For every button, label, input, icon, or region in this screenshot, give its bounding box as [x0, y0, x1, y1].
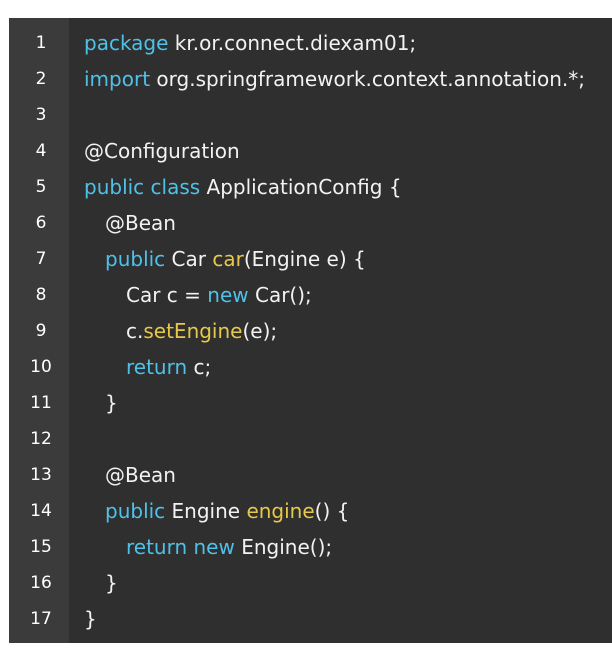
- code-text: kr.or.connect.diexam01;: [168, 31, 417, 55]
- code-line-4: @Configuration: [84, 133, 612, 169]
- code-line-1: package kr.or.connect.diexam01;: [84, 25, 612, 61]
- line-number: 3: [35, 105, 47, 125]
- keyword-token: public class: [84, 175, 201, 199]
- code-text: (e);: [242, 319, 278, 343]
- code-line-5: public class ApplicationConfig {: [84, 169, 612, 205]
- line-number: 6: [35, 213, 47, 233]
- method-name-token: setEngine: [143, 319, 243, 343]
- method-name-token: car: [212, 247, 244, 271]
- keyword-token: import: [84, 67, 151, 91]
- keyword-token: return: [126, 355, 188, 379]
- code-line-9: c.setEngine(e);: [84, 313, 612, 349]
- line-number: 9: [35, 321, 47, 341]
- code-text: c.: [126, 319, 144, 343]
- line-number-gutter: 1 2 3 4 5 6 7 8 9 10 11 12 13 14 15 16 1…: [9, 18, 69, 643]
- code-line-8: Car c = new Car();: [84, 277, 612, 313]
- annotation-token: @Bean: [105, 463, 176, 487]
- code-line-6: @Bean: [84, 205, 612, 241]
- method-name-token: engine: [246, 499, 315, 523]
- code-line-15: return new Engine();: [84, 529, 612, 565]
- annotation-token: @Configuration: [84, 139, 240, 163]
- code-line-11: }: [84, 385, 612, 421]
- code-text: Engine();: [234, 535, 333, 559]
- code-text: Car c =: [126, 283, 208, 307]
- line-number: 8: [35, 285, 47, 305]
- code-text: Car();: [248, 283, 312, 307]
- code-text: c;: [187, 355, 212, 379]
- line-number: 15: [30, 537, 52, 557]
- line-number: 7: [35, 249, 47, 269]
- code-area: package kr.or.connect.diexam01; import o…: [69, 18, 612, 643]
- keyword-token: package: [84, 31, 169, 55]
- code-text: () {: [314, 499, 350, 523]
- code-text: Engine: [165, 499, 247, 523]
- code-line-16: }: [84, 565, 612, 601]
- code-text: (Engine e) {: [243, 247, 366, 271]
- line-number: 1: [35, 33, 47, 53]
- line-number: 11: [30, 393, 52, 413]
- code-text: org.springframework.context.annotation.*…: [150, 67, 585, 91]
- keyword-token: new: [207, 283, 249, 307]
- line-number: 14: [30, 501, 52, 521]
- code-text: Car: [165, 247, 213, 271]
- line-number: 16: [30, 573, 52, 593]
- line-number: 17: [30, 609, 52, 629]
- code-line-14: public Engine engine() {: [84, 493, 612, 529]
- closing-brace: }: [105, 571, 118, 595]
- closing-brace: }: [84, 607, 97, 631]
- line-number: 2: [35, 69, 47, 89]
- line-number: 5: [35, 177, 47, 197]
- keyword-token: public: [105, 499, 166, 523]
- code-line-13: @Bean: [84, 457, 612, 493]
- code-line-2: import org.springframework.context.annot…: [84, 61, 612, 97]
- code-line-7: public Car car(Engine e) {: [84, 241, 612, 277]
- code-editor: 1 2 3 4 5 6 7 8 9 10 11 12 13 14 15 16 1…: [9, 18, 612, 643]
- line-number: 10: [30, 357, 52, 377]
- code-text: ApplicationConfig {: [200, 175, 402, 199]
- code-line-10: return c;: [84, 349, 612, 385]
- keyword-token: public: [105, 247, 166, 271]
- keyword-token: return new: [126, 535, 235, 559]
- code-line-17: }: [84, 601, 612, 637]
- line-number: 4: [35, 141, 47, 161]
- line-number: 13: [30, 465, 52, 485]
- closing-brace: }: [105, 391, 118, 415]
- line-number: 12: [30, 429, 52, 449]
- annotation-token: @Bean: [105, 211, 176, 235]
